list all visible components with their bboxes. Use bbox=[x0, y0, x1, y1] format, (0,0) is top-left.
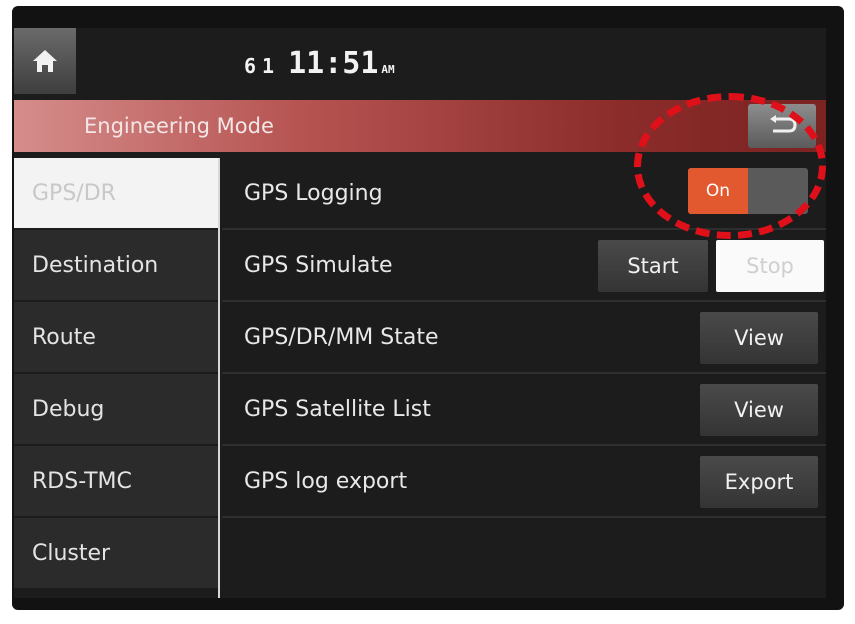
setting-label: GPS Logging bbox=[244, 180, 383, 206]
setting-label: GPS log export bbox=[244, 468, 408, 494]
sidebar-item-rds-tmc[interactable]: RDS-TMC bbox=[14, 446, 218, 516]
status-bar: 6 1 11:51 AM bbox=[244, 46, 395, 81]
sidebar-item-label: Cluster bbox=[32, 540, 111, 566]
status-indicator-2: 1 bbox=[262, 54, 275, 78]
sidebar-item-label: Destination bbox=[32, 252, 159, 278]
stop-button[interactable]: Stop bbox=[716, 240, 824, 292]
sidebar-item-label: GPS/DR bbox=[32, 180, 116, 206]
home-icon bbox=[33, 50, 57, 72]
sidebar-item-label: Route bbox=[32, 324, 96, 350]
view-satellite-button[interactable]: View bbox=[700, 384, 818, 436]
setting-row-gps-simulate: GPS Simulate Start Stop bbox=[222, 230, 826, 302]
sidebar-item-debug[interactable]: Debug bbox=[14, 374, 218, 444]
sidebar-item-gps-dr[interactable]: GPS/DR bbox=[14, 158, 218, 228]
sidebar-item-label: RDS-TMC bbox=[32, 468, 132, 494]
sidebar-item-cluster[interactable]: Cluster bbox=[14, 518, 218, 588]
setting-label: GPS Simulate bbox=[244, 252, 393, 278]
setting-label: GPS Satellite List bbox=[244, 396, 431, 422]
status-indicator-1: 6 bbox=[244, 54, 257, 78]
setting-row-gps-satellite-list: GPS Satellite List View bbox=[222, 374, 826, 446]
home-button[interactable] bbox=[14, 28, 76, 94]
page-title: Engineering Mode bbox=[84, 114, 274, 138]
view-state-button[interactable]: View bbox=[700, 312, 818, 364]
sidebar-item-destination[interactable]: Destination bbox=[14, 230, 218, 300]
sidebar-item-route[interactable]: Route bbox=[14, 302, 218, 372]
clock-ampm: AM bbox=[381, 63, 395, 76]
sidebar-item-label: Debug bbox=[32, 396, 105, 422]
setting-row-gps-dr-mm-state: GPS/DR/MM State View bbox=[222, 302, 826, 374]
annotation-highlight-ellipse bbox=[634, 93, 826, 239]
sidebar: GPS/DR Destination Route Debug RDS-TMC C… bbox=[14, 158, 220, 598]
export-button[interactable]: Export bbox=[700, 456, 818, 508]
start-button[interactable]: Start bbox=[598, 240, 708, 292]
clock-time: 11:51 bbox=[288, 46, 379, 81]
setting-label: GPS/DR/MM State bbox=[244, 324, 439, 350]
setting-row-gps-log-export: GPS log export Export bbox=[222, 446, 826, 518]
